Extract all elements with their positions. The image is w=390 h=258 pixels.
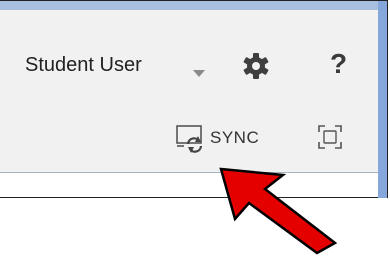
- gear-icon[interactable]: [241, 51, 271, 81]
- fullscreen-icon[interactable]: [316, 123, 344, 151]
- chevron-down-icon[interactable]: [193, 70, 205, 77]
- red-arrow-icon: [219, 167, 338, 255]
- sync-icon: [176, 125, 203, 153]
- user-name-label[interactable]: Student User: [25, 54, 142, 77]
- window-edge-accent: [378, 1, 387, 198]
- title-bar-strip: [0, 1, 378, 10]
- sync-button[interactable]: SYNC: [174, 120, 259, 156]
- help-icon[interactable]: ?: [330, 48, 347, 80]
- header-panel: Student User ? SYNC: [0, 10, 378, 173]
- sync-label: SYNC: [210, 128, 260, 147]
